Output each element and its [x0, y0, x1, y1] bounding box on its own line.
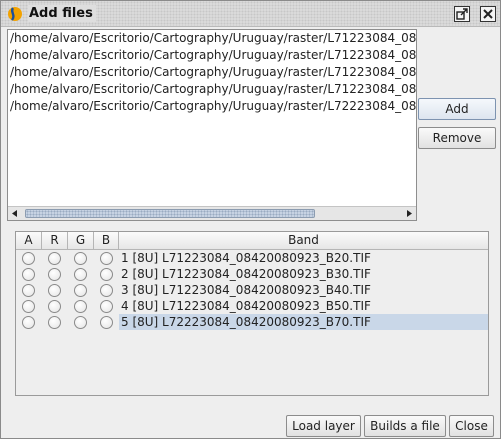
radio-r[interactable] — [48, 252, 61, 265]
gvsig-app-icon — [7, 6, 23, 22]
close-button[interactable]: Close — [449, 415, 494, 437]
band-name: 4 [8U] L71223084_08420080923_B50.TIF — [121, 299, 371, 313]
close-icon[interactable] — [480, 6, 496, 22]
column-header-a[interactable]: A — [16, 232, 42, 250]
add-button[interactable]: Add — [418, 98, 496, 120]
radio-b[interactable] — [100, 268, 113, 281]
file-list-item[interactable]: /home/alvaro/Escritorio/Cartography/Urug… — [8, 98, 416, 115]
load-layer-button[interactable]: Load layer — [286, 415, 361, 437]
radio-b[interactable] — [100, 316, 113, 329]
scroll-left-icon[interactable] — [8, 207, 22, 220]
remove-button[interactable]: Remove — [418, 127, 496, 149]
table-row[interactable]: 1 [8U] L71223084_08420080923_B20.TIF — [16, 250, 488, 266]
maximize-icon[interactable] — [454, 6, 470, 22]
radio-r[interactable] — [48, 300, 61, 313]
column-header-b[interactable]: B — [94, 232, 119, 250]
file-list-item[interactable]: /home/alvaro/Escritorio/Cartography/Urug… — [8, 30, 416, 47]
band-name: 3 [8U] L71223084_08420080923_B40.TIF — [121, 283, 371, 297]
column-header-r[interactable]: R — [42, 232, 68, 250]
radio-a[interactable] — [22, 268, 35, 281]
radio-r[interactable] — [48, 316, 61, 329]
radio-a[interactable] — [22, 284, 35, 297]
band-name: 5 [8U] L72223084_08420080923_B70.TIF — [119, 314, 488, 330]
radio-g[interactable] — [74, 316, 87, 329]
radio-g[interactable] — [74, 284, 87, 297]
title-bar[interactable]: Add files — [1, 1, 500, 27]
horizontal-scrollbar[interactable] — [8, 206, 416, 220]
radio-b[interactable] — [100, 300, 113, 313]
band-table-header: A R G B Band — [16, 232, 488, 250]
scroll-right-icon[interactable] — [402, 207, 416, 220]
radio-b[interactable] — [100, 252, 113, 265]
radio-g[interactable] — [74, 268, 87, 281]
window-title: Add files — [28, 5, 96, 22]
builds-a-file-button[interactable]: Builds a file — [364, 415, 446, 437]
band-name: 2 [8U] L71223084_08420080923_B30.TIF — [121, 267, 371, 281]
radio-g[interactable] — [74, 300, 87, 313]
file-list-items: /home/alvaro/Escritorio/Cartography/Urug… — [8, 30, 416, 206]
column-header-band[interactable]: Band — [119, 232, 488, 250]
band-name: 1 [8U] L71223084_08420080923_B20.TIF — [121, 251, 371, 265]
radio-r[interactable] — [48, 268, 61, 281]
scroll-thumb[interactable] — [25, 209, 315, 218]
radio-a[interactable] — [22, 300, 35, 313]
radio-b[interactable] — [100, 284, 113, 297]
file-list-item[interactable]: /home/alvaro/Escritorio/Cartography/Urug… — [8, 81, 416, 98]
table-row[interactable]: 5 [8U] L72223084_08420080923_B70.TIF — [16, 314, 488, 330]
table-row[interactable]: 4 [8U] L71223084_08420080923_B50.TIF — [16, 298, 488, 314]
radio-g[interactable] — [74, 252, 87, 265]
file-list-item[interactable]: /home/alvaro/Escritorio/Cartography/Urug… — [8, 64, 416, 81]
add-files-dialog: Add files /home/alvaro/Escritorio/Cartog… — [0, 0, 501, 439]
band-rows: 1 [8U] L71223084_08420080923_B20.TIF 2 [8… — [16, 250, 488, 330]
table-row[interactable]: 3 [8U] L71223084_08420080923_B40.TIF — [16, 282, 488, 298]
column-header-g[interactable]: G — [68, 232, 94, 250]
radio-a[interactable] — [22, 316, 35, 329]
radio-a[interactable] — [22, 252, 35, 265]
file-list-item[interactable]: /home/alvaro/Escritorio/Cartography/Urug… — [8, 47, 416, 64]
file-list[interactable]: /home/alvaro/Escritorio/Cartography/Urug… — [7, 29, 417, 221]
band-table: A R G B Band 1 [8U] L71223084_0842008092… — [15, 231, 489, 396]
radio-r[interactable] — [48, 284, 61, 297]
table-row[interactable]: 2 [8U] L71223084_08420080923_B30.TIF — [16, 266, 488, 282]
